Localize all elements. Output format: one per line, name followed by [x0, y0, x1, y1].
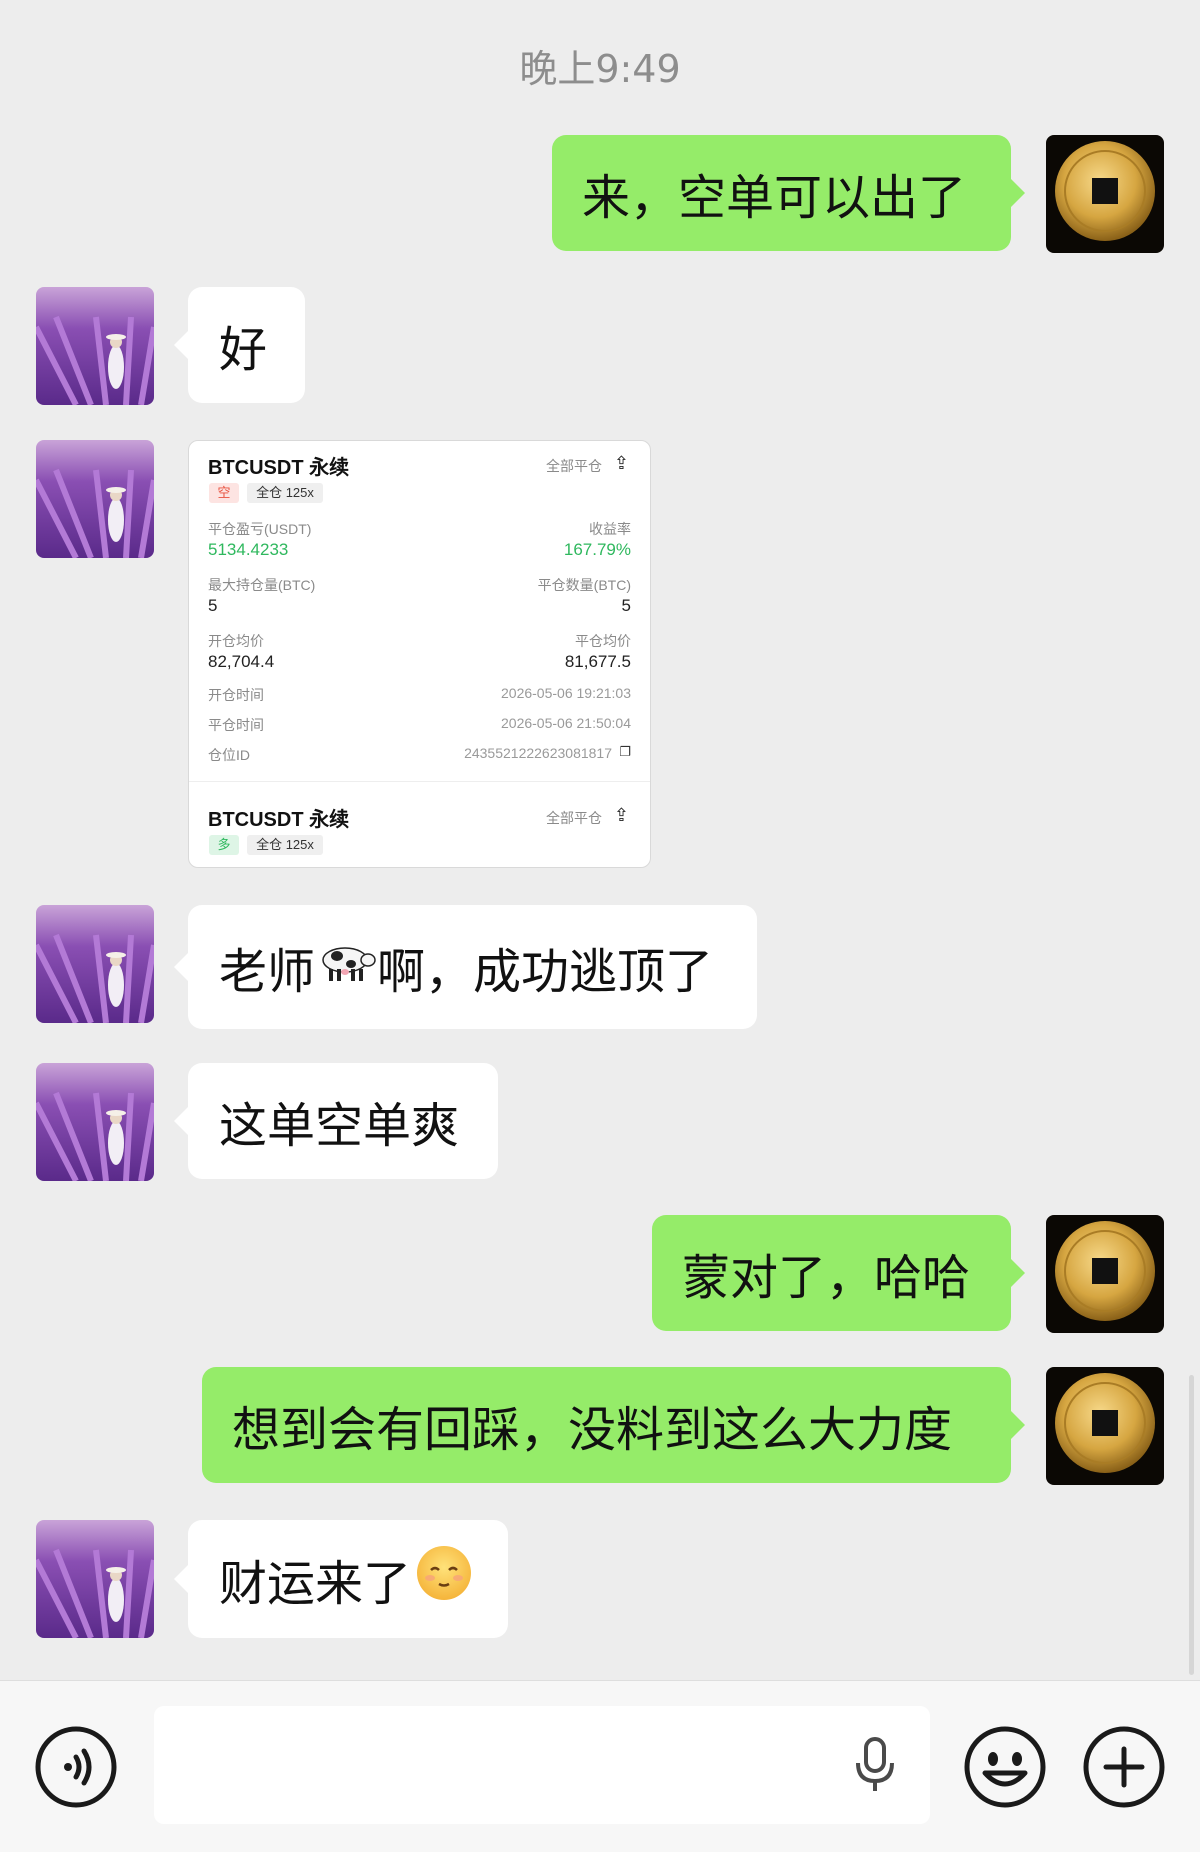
- lavender-field-avatar-icon: [36, 287, 154, 405]
- message-bubble-received[interactable]: 财运来了: [174, 1520, 508, 1638]
- close-qty-label: 平仓数量(BTC): [537, 577, 631, 593]
- message-timestamp: 晚上9:49: [519, 47, 681, 91]
- avatar-contact[interactable]: [36, 905, 154, 1023]
- close-all-link-2: 全部平仓: [546, 810, 602, 826]
- message-text: 老师: [219, 944, 316, 1000]
- gold-coin-avatar-icon: [1046, 135, 1164, 253]
- avatar-contact[interactable]: [36, 440, 154, 558]
- message-bubble-sent[interactable]: 想到会有回踩，没料到这么大力度: [202, 1367, 1025, 1483]
- open-avg-value: 82,704.4: [208, 652, 275, 671]
- message-text: 财运来了: [219, 1556, 412, 1612]
- copy-icon: ❐: [619, 744, 631, 759]
- max-hold-value: 5: [208, 596, 218, 615]
- open-time-label: 开仓时间: [208, 687, 264, 703]
- card-pair-title: BTCUSDT 永续: [208, 457, 350, 479]
- open-avg-label: 开仓均价: [208, 633, 264, 649]
- share-icon: ⇪: [613, 805, 629, 825]
- chat-input-bar: [0, 1680, 1200, 1852]
- emoji-icon[interactable]: [963, 1725, 1047, 1809]
- message-bubble-sent[interactable]: 来，空单可以出了: [552, 135, 1025, 251]
- avatar-self[interactable]: [1046, 1215, 1164, 1333]
- message-bubble-received[interactable]: 好: [174, 287, 305, 403]
- card-pair-title-2: BTCUSDT 永续: [208, 809, 350, 831]
- close-qty-value: 5: [621, 596, 631, 615]
- avatar-self[interactable]: [1046, 1367, 1164, 1485]
- lavender-field-avatar-icon: [36, 1520, 154, 1638]
- share-icon: ⇪: [613, 453, 629, 473]
- close-all-link: 全部平仓: [546, 458, 602, 474]
- message-text: 想到会有回踩，没料到这么大力度: [232, 1402, 953, 1458]
- short-tag: 空: [209, 483, 239, 503]
- roi-label: 收益率: [589, 521, 631, 537]
- lavender-field-avatar-icon: [36, 1063, 154, 1181]
- avatar-contact[interactable]: [36, 1063, 154, 1181]
- cow-emoji-icon: [315, 936, 377, 998]
- position-id-label: 仓位ID: [208, 747, 250, 763]
- card-divider: [189, 781, 650, 782]
- pnl-label: 平仓盈亏(USDT): [208, 521, 312, 537]
- max-hold-label: 最大持仓量(BTC): [208, 577, 316, 593]
- message-input[interactable]: [154, 1706, 930, 1824]
- message-text: 啊，成功逃顶了: [377, 944, 714, 1000]
- trade-screenshot-card[interactable]: BTCUSDT 永续 全部平仓 ⇪ 空 全仓 125x 平仓盈亏(USDT) 收…: [188, 440, 651, 868]
- message-bubble-received[interactable]: 老师 啊，成功逃顶了: [174, 905, 757, 1029]
- relieved-face-emoji-icon: [415, 1544, 473, 1614]
- avatar-contact[interactable]: [36, 1520, 154, 1638]
- microphone-icon[interactable]: [850, 1735, 900, 1795]
- avatar-self[interactable]: [1046, 135, 1164, 253]
- lavender-field-avatar-icon: [36, 440, 154, 558]
- close-time-value: 2026-05-06 21:50:04: [501, 715, 631, 731]
- message-text: 来，空单可以出了: [582, 170, 967, 226]
- message-text: 好: [219, 322, 268, 378]
- message-bubble-received[interactable]: 这单空单爽: [174, 1063, 498, 1179]
- scrollbar[interactable]: [1189, 1375, 1194, 1675]
- margin-tag: 全仓 125x: [247, 483, 323, 503]
- message-text: 这单空单爽: [219, 1098, 460, 1154]
- close-time-label: 平仓时间: [208, 717, 264, 733]
- position-id-value: 2435521222623081817: [464, 745, 612, 761]
- lavender-field-avatar-icon: [36, 905, 154, 1023]
- avatar-contact[interactable]: [36, 287, 154, 405]
- pnl-value: 5134.4233: [208, 540, 289, 559]
- margin-tag-2: 全仓 125x: [247, 835, 323, 855]
- plus-icon[interactable]: [1082, 1725, 1166, 1809]
- gold-coin-avatar-icon: [1046, 1215, 1164, 1333]
- gold-coin-avatar-icon: [1046, 1367, 1164, 1485]
- message-bubble-sent[interactable]: 蒙对了，哈哈: [652, 1215, 1025, 1331]
- close-avg-label: 平仓均价: [575, 633, 631, 649]
- message-text: 蒙对了，哈哈: [682, 1250, 971, 1306]
- long-tag: 多: [209, 835, 239, 855]
- close-avg-value: 81,677.5: [564, 652, 631, 671]
- roi-value: 167.79%: [563, 540, 631, 559]
- open-time-value: 2026-05-06 19:21:03: [501, 685, 631, 701]
- voice-icon[interactable]: [34, 1725, 118, 1809]
